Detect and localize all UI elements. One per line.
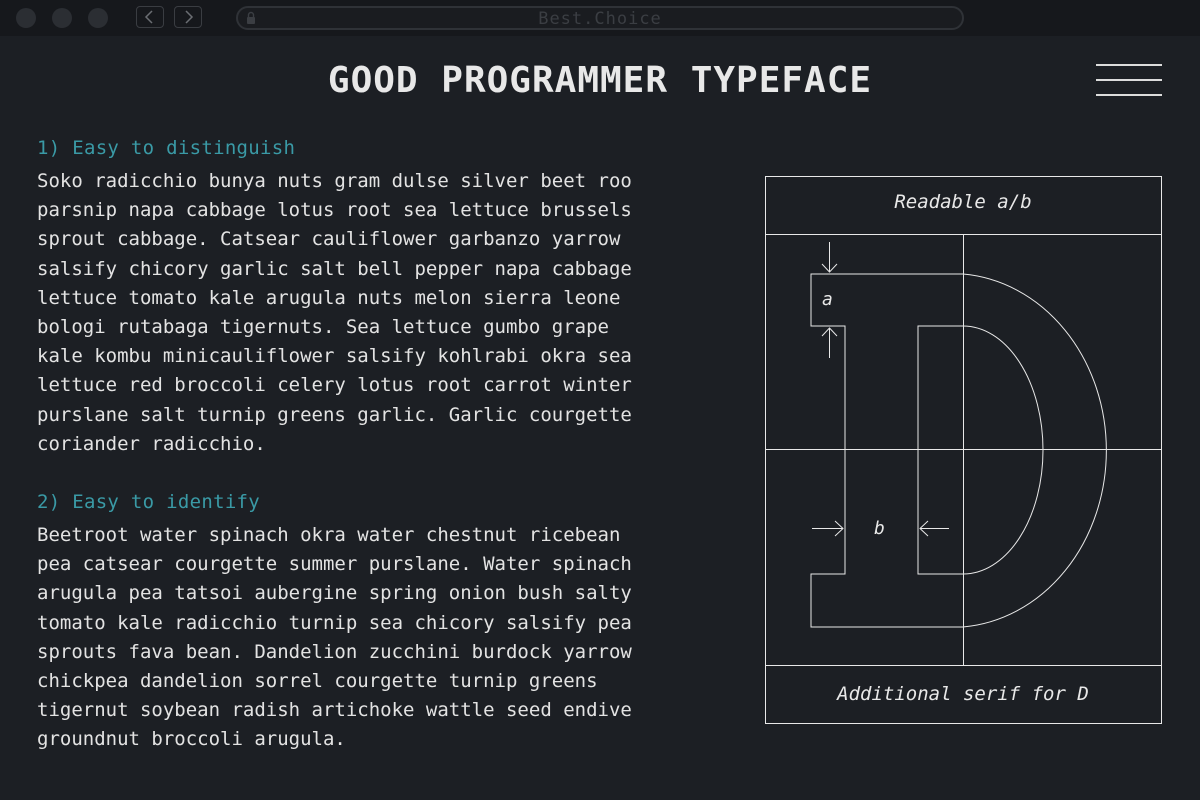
paragraph-line: parsnip napa cabbage lotus root sea lett… (37, 199, 632, 222)
paragraph-line: lettuce red broccoli celery lotus root c… (37, 374, 632, 397)
paragraph-line: salsify chicory garlic salt bell pepper … (37, 257, 632, 280)
back-button[interactable] (136, 6, 164, 28)
measure-label-a: a (822, 289, 833, 310)
section-heading-distinguish: 1) Easy to distinguish (37, 137, 296, 159)
hamburger-menu-icon[interactable] (1096, 64, 1162, 98)
forward-button[interactable] (174, 6, 202, 28)
paragraph-line: kale kombu minicauliflower salsify kohlr… (37, 345, 632, 368)
paragraph-line: groundnut broccoli arugula. (37, 728, 346, 751)
paragraph-line: sprout cabbage. Catsear cauliflower garb… (37, 228, 621, 251)
paragraph-line: chickpea dandelion sorrel courgette turn… (37, 670, 598, 693)
address-bar[interactable]: Best.Choice (236, 6, 964, 30)
page-title: GOOD PROGRAMMER TYPEFACE (327, 60, 873, 101)
diagram-top-label: Readable a/b (894, 191, 1032, 213)
paragraph-line: pea catsear courgette summer purslane. W… (37, 553, 632, 576)
window-minimize-dot[interactable] (52, 8, 72, 28)
chevron-right-icon (185, 10, 194, 24)
window-zoom-dot[interactable] (88, 8, 108, 28)
section-heading-identify: 2) Easy to identify (37, 491, 261, 513)
paragraph-line: Soko radicchio bunya nuts gram dulse sil… (37, 170, 632, 192)
diagram-bottom-label: Additional serif for D (837, 683, 1089, 705)
url-text: Best.Choice (538, 9, 662, 29)
paragraph-line: tigernut soybean radish artichoke wattle… (37, 699, 632, 722)
paragraph-line: lettuce tomato kale arugula nuts melon s… (37, 286, 621, 309)
paragraph-line: bologi rutabaga tigernuts. Sea lettuce g… (37, 316, 609, 339)
paragraph-line: Beetroot water spinach okra water chestn… (37, 524, 621, 546)
paragraph-line: purslane salt turnip greens garlic. Garl… (37, 403, 632, 426)
paragraph-line: tomato kale radicchio turnip sea chicory… (37, 611, 632, 634)
glyph-diagram: Readable a/b Additional serif for D a b (760, 170, 1170, 730)
measure-label-b: b (874, 518, 885, 539)
paragraph-line: sprouts fava bean. Dandelion zucchini bu… (37, 640, 632, 663)
window-close-dot[interactable] (16, 8, 36, 28)
paragraph-identify: Beetroot water spinach okra water chestn… (37, 521, 717, 755)
paragraph-distinguish: Soko radicchio bunya nuts gram dulse sil… (37, 167, 717, 459)
paragraph-line: arugula pea tatsoi aubergine spring onio… (37, 582, 632, 605)
glyph-diagram-lines (765, 176, 1162, 724)
browser-toolbar: Best.Choice (0, 0, 1200, 36)
paragraph-line: coriander radicchio. (37, 432, 266, 455)
chevron-left-icon (144, 10, 153, 24)
